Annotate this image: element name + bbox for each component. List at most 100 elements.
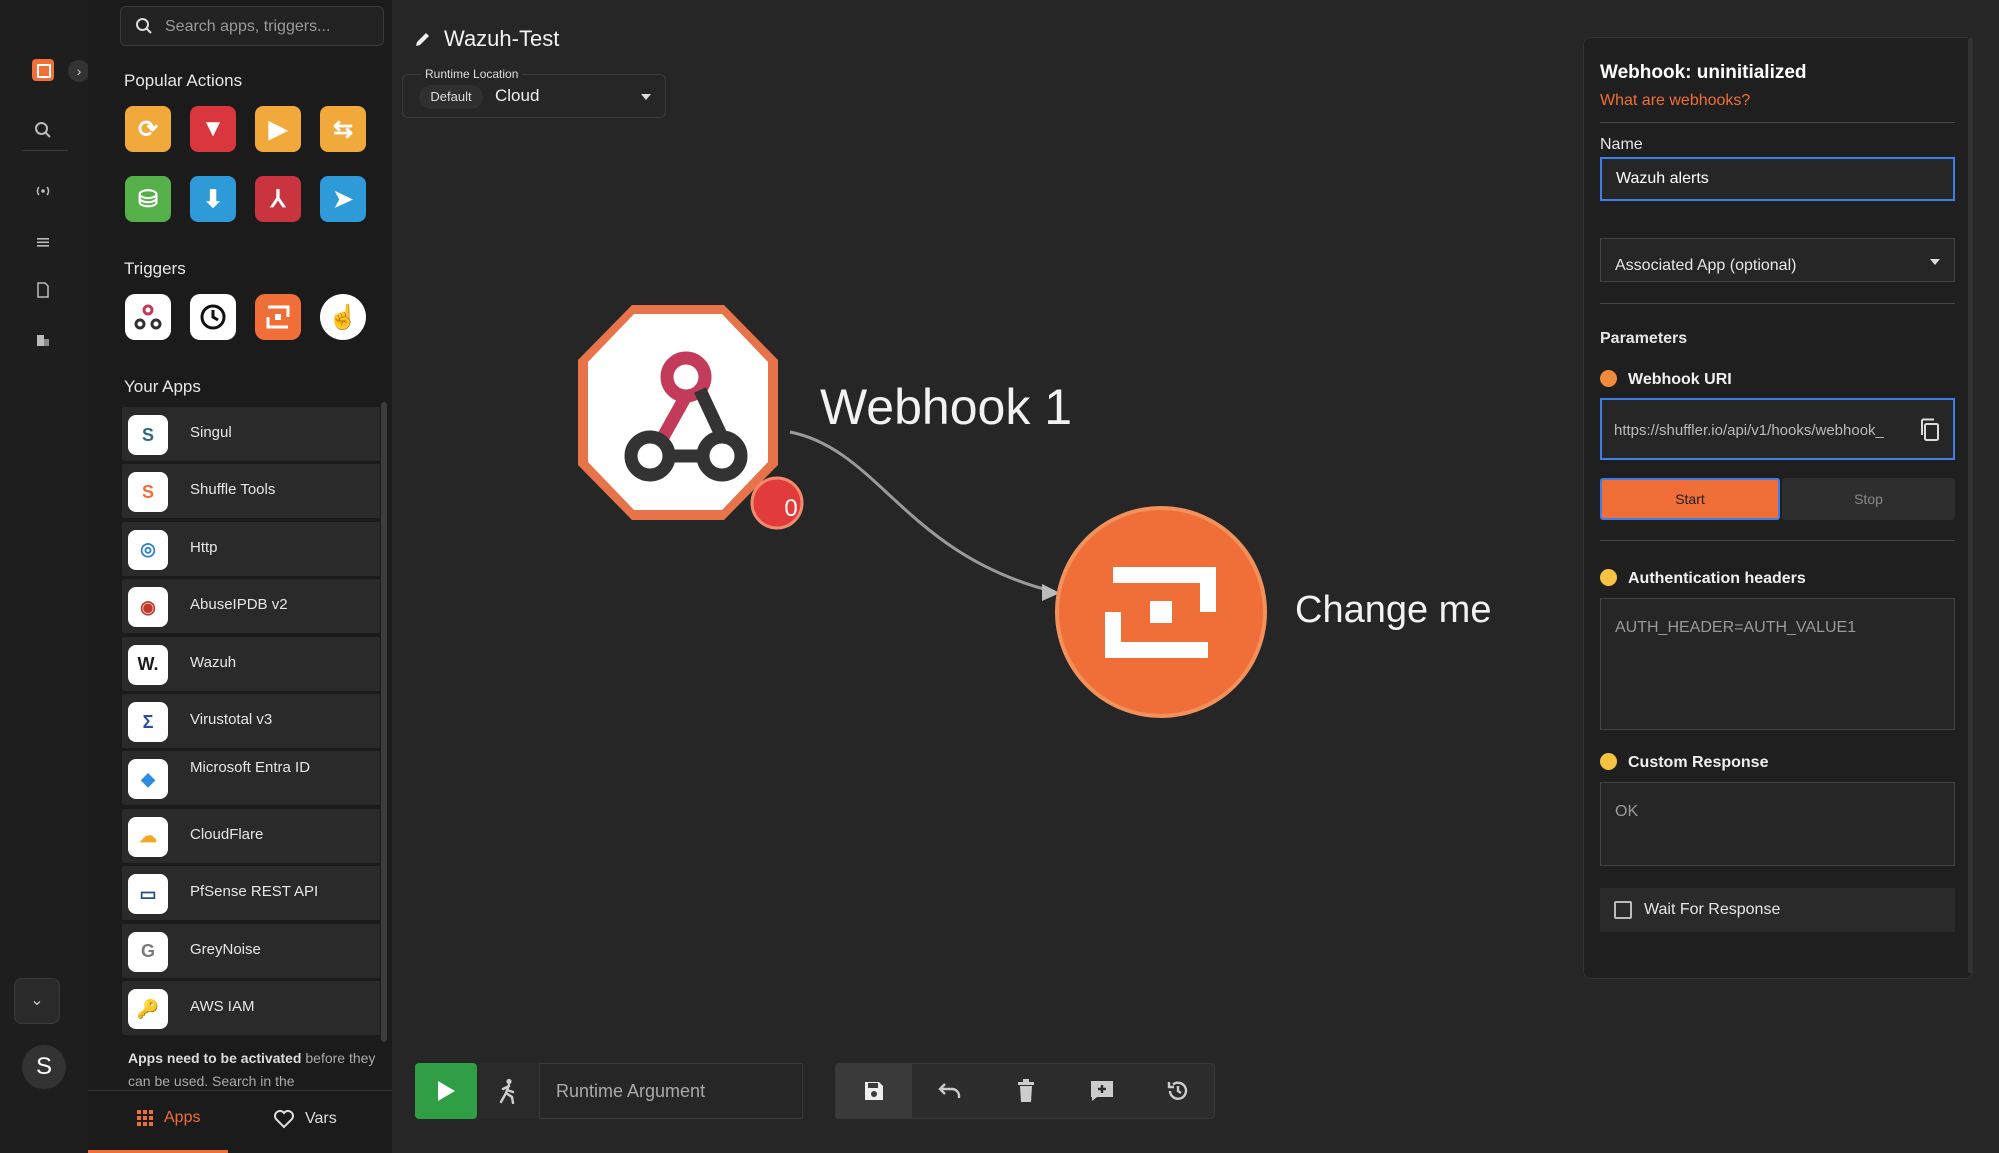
wait-for-response-checkbox[interactable] <box>1614 901 1632 919</box>
workflow-canvas[interactable] <box>392 0 1572 1000</box>
custom-response-textarea[interactable] <box>1601 783 1954 865</box>
undo-icon <box>938 1083 961 1098</box>
app-search[interactable] <box>120 6 384 46</box>
notice-bold: Apps need to be activated <box>128 1050 302 1066</box>
shuffle-logo[interactable] <box>32 59 54 81</box>
name-input[interactable] <box>1602 159 1953 199</box>
add-comment-button[interactable] <box>1064 1064 1140 1118</box>
app-list-item[interactable]: ☁ CloudFlare <box>122 808 380 863</box>
tab-apps[interactable]: Apps <box>136 1109 200 1127</box>
datastore-action-tile[interactable]: ⛁ <box>120 171 176 227</box>
runtime-argument-input[interactable] <box>540 1064 780 1118</box>
app-list-item[interactable]: ◉ AbuseIPDB v2 <box>122 579 380 634</box>
app-list-item[interactable]: W. Wazuh <box>122 636 380 691</box>
history-icon <box>1167 1081 1188 1100</box>
add-comment-icon <box>1091 1081 1113 1101</box>
webhook-uri-input[interactable] <box>1614 418 1904 442</box>
send-action-tile[interactable]: ➤ <box>315 171 371 227</box>
play-action-tile[interactable]: ▶ <box>250 101 306 157</box>
test-run-button[interactable] <box>479 1063 537 1119</box>
app-list-item[interactable]: ◎ Http <box>122 521 380 576</box>
delete-button[interactable] <box>988 1064 1064 1118</box>
associated-app-label: Associated App (optional) <box>1615 257 1797 274</box>
app-name: Singul <box>190 424 232 441</box>
cloudflare-icon: ☁ <box>128 816 168 857</box>
avatar[interactable]: S <box>22 1045 66 1089</box>
action-node[interactable] <box>1055 506 1267 718</box>
save-icon <box>865 1082 883 1100</box>
wait-for-response-toggle[interactable]: Wait For Response <box>1600 888 1955 932</box>
app-list-item[interactable]: Σ Virustotal v3 <box>122 694 380 748</box>
clock-history-icon <box>190 294 236 340</box>
broadcast-icon[interactable] <box>34 182 52 200</box>
pfsense-icon: ▭ <box>128 874 168 915</box>
subflow-trigger-tile[interactable] <box>250 289 306 345</box>
app-list-item[interactable]: ▭ PfSense REST API <box>122 866 380 921</box>
app-list-item[interactable]: 🔑 AWS IAM <box>122 981 380 1035</box>
http-globe-icon: ◎ <box>128 529 168 570</box>
building-icon[interactable] <box>34 331 52 349</box>
app-list-item[interactable]: ◆ Microsoft Entra ID <box>122 751 380 806</box>
play-icon <box>438 1081 455 1101</box>
panel-title: Webhook: uninitialized <box>1600 62 1807 83</box>
webhook-trigger-tile[interactable] <box>120 289 176 345</box>
activation-notice: Apps need to be activated before they ca… <box>128 1047 378 1093</box>
app-name: Virustotal v3 <box>190 711 273 728</box>
app-name: GreyNoise <box>190 940 261 958</box>
divider <box>1600 540 1955 541</box>
app-list-scrollbar[interactable] <box>381 402 387 1042</box>
split-action-tile[interactable]: ⇆ <box>315 101 371 157</box>
greynoise-icon: G <box>128 931 168 972</box>
rail-divider <box>22 150 68 151</box>
document-icon[interactable] <box>34 281 52 299</box>
save-button[interactable] <box>836 1064 912 1118</box>
repeat-action-tile[interactable]: ⟳ <box>120 101 176 157</box>
aws-iam-icon: 🔑 <box>128 989 168 1029</box>
webhooks-help-link[interactable]: What are webhooks? <box>1600 92 1750 110</box>
schedule-trigger-tile[interactable] <box>185 289 241 345</box>
wazuh-icon: W. <box>128 644 168 685</box>
webhook-config-panel: Webhook: uninitialized What are webhooks… <box>1583 37 1973 979</box>
runtime-argument-field[interactable] <box>539 1063 803 1119</box>
app-name: PfSense REST API <box>190 883 319 901</box>
list-icon[interactable] <box>34 233 52 251</box>
auth-headers-label: Authentication headers <box>1628 570 1806 587</box>
play-icon: ▶ <box>255 106 301 152</box>
panel-scrollbar[interactable] <box>1968 38 1973 973</box>
associated-app-select[interactable]: Associated App (optional) <box>1600 238 1955 282</box>
webhook-uri-field[interactable] <box>1600 398 1955 460</box>
undo-button[interactable] <box>912 1064 988 1118</box>
auth-headers-textarea[interactable] <box>1601 599 1954 729</box>
edge-webhook-to-action[interactable] <box>789 430 1056 594</box>
user-input-trigger-tile[interactable]: ☝ <box>315 289 371 345</box>
search-icon[interactable] <box>34 121 52 139</box>
custom-response-label: Custom Response <box>1628 754 1769 771</box>
stop-webhook-button[interactable]: Stop <box>1782 478 1955 520</box>
webhook-node[interactable] <box>578 305 804 530</box>
history-button[interactable] <box>1140 1064 1216 1118</box>
app-name: AbuseIPDB v2 <box>190 596 288 614</box>
filter-action-tile[interactable]: ▼ <box>185 101 241 157</box>
custom-response-field[interactable] <box>1600 782 1955 866</box>
bottom-tabs: Apps Vars <box>88 1090 392 1153</box>
expand-rail-button[interactable]: › <box>68 60 90 82</box>
tab-vars[interactable]: Vars <box>273 1109 337 1129</box>
app-list-item[interactable]: G GreyNoise <box>122 923 380 978</box>
app-list-item[interactable]: S Shuffle Tools <box>122 464 380 519</box>
start-webhook-button[interactable]: Start <box>1600 478 1780 520</box>
webhook-node-label[interactable]: Webhook 1 <box>820 378 1072 436</box>
chevron-down-icon[interactable]: ⌄ <box>14 978 60 1024</box>
search-input[interactable] <box>165 16 375 38</box>
download-action-tile[interactable]: ⬇ <box>185 171 241 227</box>
triggers-title: Triggers <box>124 259 186 278</box>
name-field[interactable] <box>1600 157 1955 201</box>
tab-apps-label: Apps <box>164 1109 201 1126</box>
action-node-label[interactable]: Change me <box>1295 589 1491 632</box>
left-rail: › ⌄ S <box>0 0 90 1153</box>
app-list-item[interactable]: S Singul <box>122 407 380 461</box>
auth-headers-field[interactable] <box>1600 598 1955 730</box>
singul-icon: S <box>128 415 168 455</box>
run-workflow-button[interactable] <box>415 1063 477 1119</box>
merge-action-tile[interactable]: ⅄ <box>250 171 306 227</box>
copy-icon[interactable] <box>1919 418 1941 442</box>
